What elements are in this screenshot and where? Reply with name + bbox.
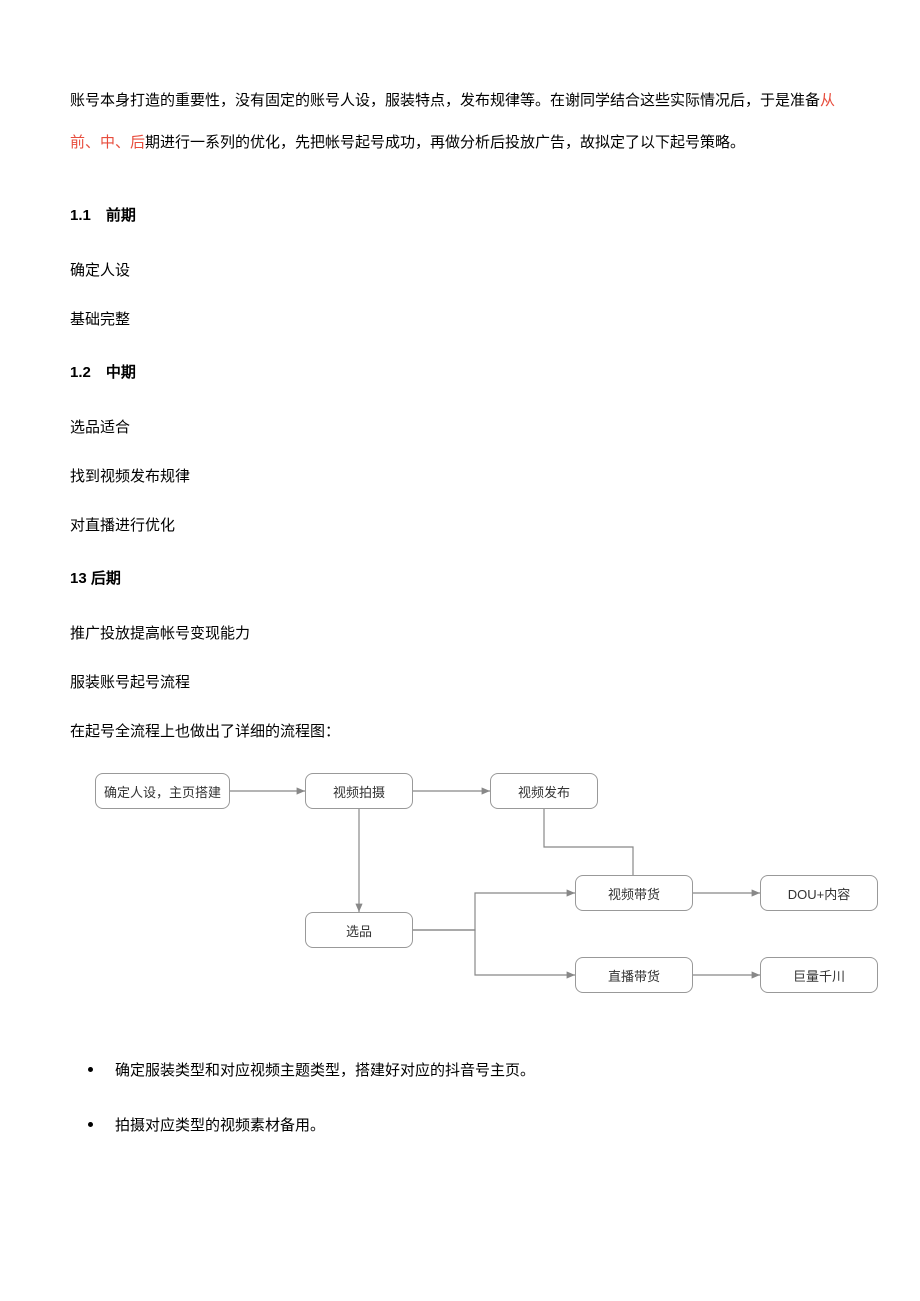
body-line: 在起号全流程上也做出了详细的流程图：: [70, 718, 850, 745]
intro-text-2: 期进行一系列的优化，先把帐号起号成功，再做分析后投放广告，故拟定了以下起号策略。: [145, 134, 745, 151]
flow-node-label: 直播带货: [608, 966, 660, 985]
list-item: 拍摄对应类型的视频素材备用。: [70, 1112, 850, 1139]
intro-text-1: 账号本身打造的重要性，没有固定的账号人设，服装特点，发布规律等。在谢同学结合这些…: [70, 92, 820, 109]
flow-node-publish: 视频发布: [490, 773, 598, 809]
intro-paragraph: 账号本身打造的重要性，没有固定的账号人设，服装特点，发布规律等。在谢同学结合这些…: [70, 80, 850, 164]
flow-node-label: 确定人设，主页搭建: [104, 782, 221, 801]
heading-mid-stage: 1.2 中期: [70, 361, 850, 382]
flow-node-shoot: 视频拍摄: [305, 773, 413, 809]
flow-node-qianchuan: 巨量千川: [760, 957, 878, 993]
body-line: 对直播进行优化: [70, 512, 850, 539]
flow-node-video-sales: 视频带货: [575, 875, 693, 911]
bullet-icon: [88, 1122, 93, 1127]
flow-node-label: 视频带货: [608, 884, 660, 903]
heading-late-stage: 13 后期: [70, 567, 850, 588]
flow-node-live-sales: 直播带货: [575, 957, 693, 993]
body-line: 基础完整: [70, 306, 850, 333]
body-line: 选品适合: [70, 414, 850, 441]
body-line: 服装账号起号流程: [70, 669, 850, 696]
flow-node-label: 视频拍摄: [333, 782, 385, 801]
flow-node-setup: 确定人设，主页搭建: [95, 773, 230, 809]
bullet-list: 确定服装类型和对应视频主题类型，搭建好对应的抖音号主页。 拍摄对应类型的视频素材…: [70, 1057, 850, 1139]
flow-node-label: 选品: [346, 921, 372, 940]
flowchart: 确定人设，主页搭建 视频拍摄 视频发布 选品 视频带货 直播带货 DOU+内容 …: [95, 767, 895, 1027]
list-item-text: 拍摄对应类型的视频素材备用。: [115, 1112, 325, 1139]
flow-node-label: 巨量千川: [793, 966, 845, 985]
flow-node-label: DOU+内容: [788, 884, 850, 903]
bullet-icon: [88, 1067, 93, 1072]
flow-node-label: 视频发布: [518, 782, 570, 801]
heading-early-stage: 1.1 前期: [70, 204, 850, 225]
body-line: 推广投放提高帐号变现能力: [70, 620, 850, 647]
flow-node-dou-plus: DOU+内容: [760, 875, 878, 911]
flow-node-select: 选品: [305, 912, 413, 948]
body-line: 确定人设: [70, 257, 850, 284]
body-line: 找到视频发布规律: [70, 463, 850, 490]
list-item-text: 确定服装类型和对应视频主题类型，搭建好对应的抖音号主页。: [115, 1057, 535, 1084]
list-item: 确定服装类型和对应视频主题类型，搭建好对应的抖音号主页。: [70, 1057, 850, 1084]
